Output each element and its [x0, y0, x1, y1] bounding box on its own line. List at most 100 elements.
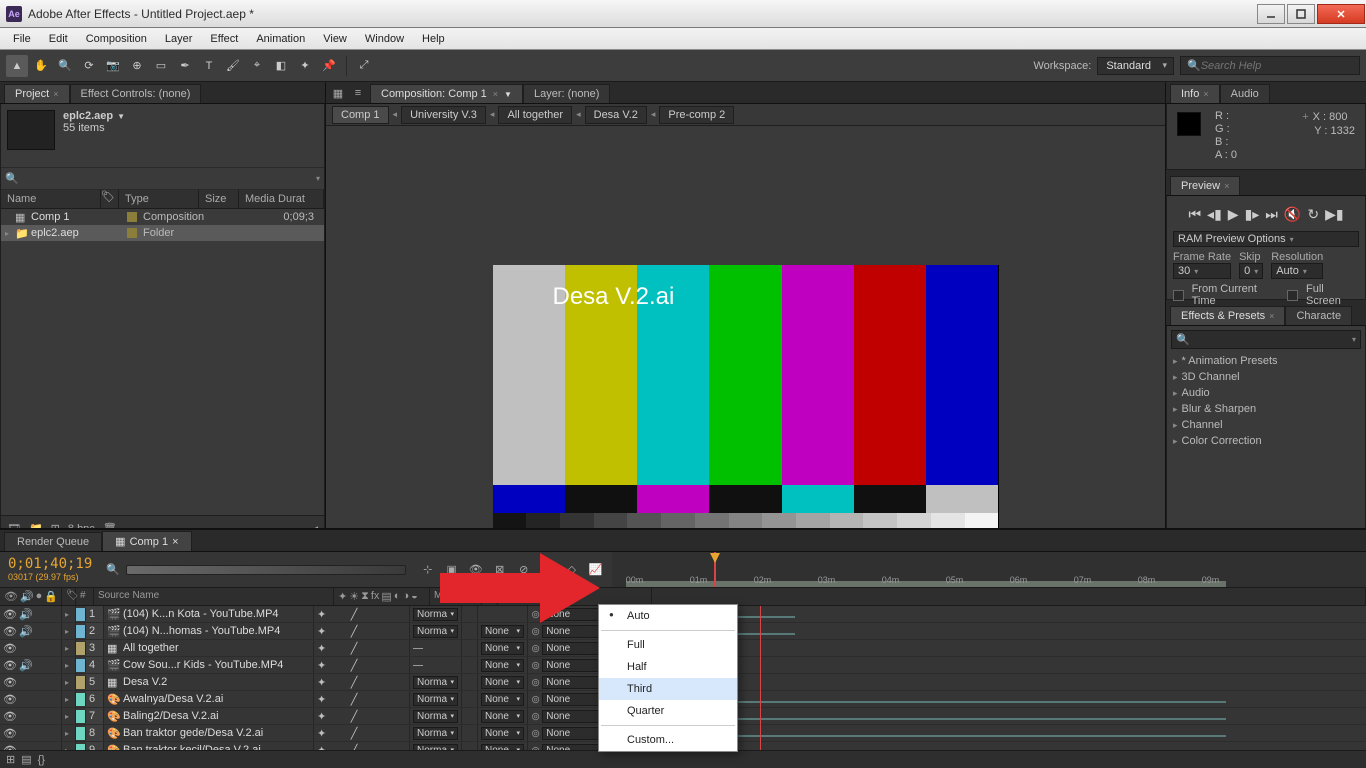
- layer-switches[interactable]: ✦╱: [314, 742, 410, 750]
- layer-name[interactable]: 🎨Baling2/Desa V.2.ai: [104, 708, 314, 724]
- cti-line[interactable]: [760, 606, 761, 750]
- layer-name[interactable]: 🎨Ban traktor gede/Desa V.2.ai: [104, 725, 314, 741]
- help-search[interactable]: 🔍: [1180, 56, 1360, 75]
- resolution-option[interactable]: Quarter: [599, 700, 737, 722]
- timeline-search-bar[interactable]: [126, 565, 406, 575]
- next-frame-icon[interactable]: ▮▸: [1245, 206, 1260, 223]
- project-item[interactable]: ▦ Comp 1 Composition 0;09;3: [1, 209, 324, 225]
- crumb-precomp[interactable]: Pre-comp 2: [659, 106, 734, 124]
- blend-mode-selector[interactable]: Norma: [413, 710, 458, 723]
- blend-mode-selector[interactable]: Norma: [413, 608, 458, 621]
- eye-toggle[interactable]: 👁: [3, 625, 17, 638]
- pickwhip-icon[interactable]: ⊚: [531, 642, 540, 655]
- rotation-tool-icon[interactable]: ⟳: [78, 55, 100, 77]
- effect-category[interactable]: 3D Channel: [1171, 369, 1361, 385]
- col-duration[interactable]: Media Durat: [239, 190, 324, 208]
- hand-tool-icon[interactable]: ✋: [30, 55, 52, 77]
- frame-rate-selector[interactable]: 30: [1173, 263, 1231, 279]
- pickwhip-icon[interactable]: ⊚: [531, 659, 540, 672]
- eye-toggle[interactable]: 👁: [3, 693, 17, 706]
- tab-composition[interactable]: Composition: Comp 1×▼: [370, 84, 523, 103]
- col-label[interactable]: 🏷: [101, 190, 119, 208]
- trkmat-selector[interactable]: None: [481, 693, 524, 706]
- layer-label-swatch[interactable]: [76, 727, 86, 740]
- menu-window[interactable]: Window: [356, 30, 413, 48]
- draft-3d-icon[interactable]: ▣: [442, 560, 462, 580]
- effects-search[interactable]: 🔍 ▾: [1171, 330, 1361, 349]
- play-icon[interactable]: ▶: [1228, 206, 1239, 223]
- resolution-option[interactable]: Third: [599, 678, 737, 700]
- pickwhip-icon[interactable]: ⊚: [531, 676, 540, 689]
- tab-project[interactable]: Project×: [4, 84, 70, 103]
- eye-toggle[interactable]: 👁: [3, 676, 17, 689]
- close-button[interactable]: [1317, 4, 1365, 24]
- last-frame-icon[interactable]: ⏭: [1265, 206, 1278, 223]
- layer-name[interactable]: ▦Desa V.2: [104, 674, 314, 690]
- col-number[interactable]: #: [76, 588, 94, 605]
- ram-preview-icon[interactable]: ▶▮: [1325, 206, 1343, 223]
- layer-label-swatch[interactable]: [76, 608, 86, 621]
- layer-name[interactable]: 🎬Cow Sou...r Kids - YouTube.MP4: [104, 657, 314, 673]
- layer-label-swatch[interactable]: [76, 676, 86, 689]
- layer-label-swatch[interactable]: [76, 625, 86, 638]
- menu-animation[interactable]: Animation: [247, 30, 314, 48]
- tab-info[interactable]: Info×: [1170, 84, 1220, 103]
- zoom-tool-icon[interactable]: 🔍: [54, 55, 76, 77]
- crumb-alltogether[interactable]: All together: [498, 106, 572, 124]
- first-frame-icon[interactable]: ⏮: [1188, 206, 1201, 223]
- frame-blend-icon[interactable]: ⊠: [490, 560, 510, 580]
- col-size[interactable]: Size: [199, 190, 239, 208]
- tab-timeline-comp[interactable]: ▦Comp 1×: [102, 531, 191, 551]
- shape-tool-icon[interactable]: ▭: [150, 55, 172, 77]
- toggle-switches-icon[interactable]: ⊞: [6, 753, 15, 766]
- layer-name[interactable]: 🎬(104) N...homas - YouTube.MP4: [104, 623, 314, 639]
- blend-mode-selector[interactable]: Norma: [413, 693, 458, 706]
- skip-selector[interactable]: 0: [1239, 263, 1263, 279]
- selection-tool-icon[interactable]: ▲: [6, 55, 28, 77]
- tab-effect-controls[interactable]: Effect Controls: (none): [70, 84, 202, 103]
- menu-effect[interactable]: Effect: [201, 30, 247, 48]
- text-tool-icon[interactable]: T: [198, 55, 220, 77]
- workspace-selector[interactable]: Standard: [1097, 57, 1174, 75]
- layer-label-swatch[interactable]: [76, 710, 86, 723]
- crumb-desa[interactable]: Desa V.2: [585, 106, 647, 124]
- pan-behind-tool-icon[interactable]: ⊕: [126, 55, 148, 77]
- layer-switches[interactable]: ✦╱: [314, 623, 410, 639]
- trkmat-selector[interactable]: None: [481, 642, 524, 655]
- layer-name[interactable]: 🎨Ban traktor kecil/Desa V.2.ai: [104, 742, 314, 750]
- full-screen-checkbox[interactable]: [1287, 290, 1298, 301]
- effect-category[interactable]: Audio: [1171, 385, 1361, 401]
- brush-tool-icon[interactable]: 🖌: [222, 55, 244, 77]
- layer-switches[interactable]: ✦╱: [314, 606, 410, 622]
- eye-toggle[interactable]: 👁: [3, 642, 17, 655]
- from-current-checkbox[interactable]: [1173, 290, 1184, 301]
- hide-shy-icon[interactable]: 👁: [466, 560, 486, 580]
- crumb-university[interactable]: University V.3: [401, 106, 486, 124]
- effect-category[interactable]: Channel: [1171, 417, 1361, 433]
- minimize-button[interactable]: [1257, 4, 1285, 24]
- col-mode[interactable]: Mode: [430, 588, 482, 605]
- label-swatch[interactable]: [127, 228, 137, 238]
- toggle-modes-icon[interactable]: ▤: [21, 753, 31, 766]
- local-axis-icon[interactable]: ⤢: [353, 55, 375, 77]
- tab-render-queue[interactable]: Render Queue: [4, 532, 102, 551]
- layer-name[interactable]: ▦All together: [104, 640, 314, 656]
- layer-label-swatch[interactable]: [76, 659, 86, 672]
- eraser-tool-icon[interactable]: ◧: [270, 55, 292, 77]
- switches-col[interactable]: ✦☀⧗fx▤◐◑◒: [334, 588, 430, 605]
- pickwhip-icon[interactable]: ⊚: [531, 710, 540, 723]
- layer-name[interactable]: 🎬(104) K...n Kota - YouTube.MP4: [104, 606, 314, 622]
- brainstorm-icon[interactable]: ⚙: [538, 560, 558, 580]
- flowchart-icon[interactable]: ▦: [330, 85, 346, 101]
- motion-blur-icon[interactable]: ⊘: [514, 560, 534, 580]
- roto-tool-icon[interactable]: ✦: [294, 55, 316, 77]
- resolution-option[interactable]: Full: [599, 634, 737, 656]
- speaker-toggle[interactable]: 🔊: [19, 659, 33, 672]
- current-time[interactable]: 0;01;40;19 03017 (29.97 fps): [0, 552, 100, 587]
- eye-icon[interactable]: 👁: [4, 590, 18, 603]
- col-type[interactable]: Type: [119, 190, 199, 208]
- menu-view[interactable]: View: [314, 30, 356, 48]
- maximize-button[interactable]: [1287, 4, 1315, 24]
- menu-layer[interactable]: Layer: [156, 30, 202, 48]
- chevron-down-icon[interactable]: ▾: [316, 174, 320, 183]
